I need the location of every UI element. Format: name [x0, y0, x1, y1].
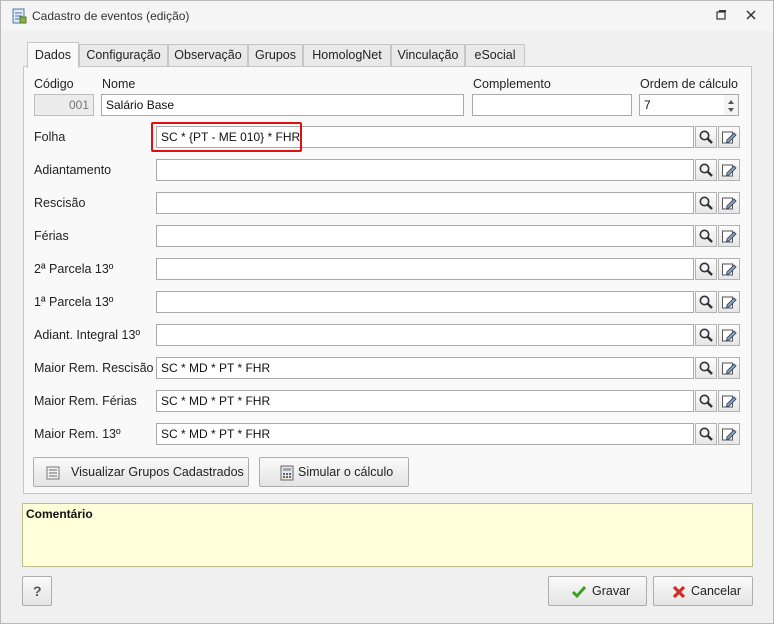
- formula-row-label: Maior Rem. 13º: [34, 427, 121, 441]
- cancelar-label: Cancelar: [691, 584, 742, 598]
- tab-homolognet[interactable]: HomologNet: [303, 44, 391, 67]
- formula-row-label: Adiant. Integral 13º: [34, 328, 141, 342]
- gravar-label: Gravar: [592, 584, 631, 598]
- magnifier-icon[interactable]: [695, 423, 717, 445]
- edit-icon[interactable]: [718, 192, 740, 214]
- complemento-label: Complemento: [473, 77, 551, 91]
- dialog-window: Cadastro de eventos (edição) Dados Confi…: [0, 0, 774, 624]
- formula-row-input[interactable]: SC * {PT - ME 010} * FHR: [156, 126, 694, 148]
- magnifier-icon[interactable]: [695, 192, 717, 214]
- edit-icon[interactable]: [718, 126, 740, 148]
- form-icon: [11, 8, 27, 24]
- magnifier-icon[interactable]: [695, 357, 717, 379]
- magnifier-icon[interactable]: [695, 126, 717, 148]
- magnifier-icon[interactable]: [695, 324, 717, 346]
- visualizar-grupos-label: Visualizar Grupos Cadastrados: [71, 465, 244, 479]
- codigo-field: 001: [34, 94, 94, 116]
- magnifier-icon[interactable]: [695, 390, 717, 412]
- formula-row-label: Rescisão: [34, 196, 86, 210]
- formula-row-input[interactable]: SC * MD * PT * FHR: [156, 357, 694, 379]
- nome-field[interactable]: Salário Base: [101, 94, 464, 116]
- formula-row-input[interactable]: SC * MD * PT * FHR: [156, 390, 694, 412]
- formula-row-input[interactable]: SC * MD * PT * FHR: [156, 423, 694, 445]
- simular-calculo-label: Simular o cálculo: [298, 465, 394, 479]
- formula-row-label: 2ª Parcela 13º: [34, 262, 114, 276]
- comment-title: Comentário: [26, 507, 93, 521]
- edit-icon[interactable]: [718, 423, 740, 445]
- magnifier-icon[interactable]: [695, 258, 717, 280]
- formula-row-input[interactable]: [156, 192, 694, 214]
- comment-area[interactable]: Comentário: [22, 503, 753, 567]
- help-label: ?: [33, 583, 42, 599]
- help-button[interactable]: ?: [22, 576, 52, 606]
- magnifier-icon[interactable]: [695, 291, 717, 313]
- formula-row-label: Maior Rem. Rescisão: [34, 361, 154, 375]
- nome-label: Nome: [102, 77, 136, 91]
- formula-row-label: Maior Rem. Férias: [34, 394, 137, 408]
- codigo-label: Código: [34, 77, 74, 91]
- edit-icon[interactable]: [718, 159, 740, 181]
- list-icon: [45, 465, 61, 484]
- formula-row-label: Adiantamento: [34, 163, 112, 177]
- tab-dados[interactable]: Dados: [27, 42, 79, 68]
- cancel-x-icon: [671, 584, 687, 603]
- tab-esocial[interactable]: eSocial: [465, 44, 525, 67]
- restore-icon[interactable]: [714, 8, 728, 22]
- ordem-field[interactable]: 7: [639, 94, 725, 116]
- formula-row-input[interactable]: [156, 324, 694, 346]
- ordem-label: Ordem de cálculo: [640, 77, 738, 91]
- edit-icon[interactable]: [718, 357, 740, 379]
- calculator-icon: [279, 465, 295, 484]
- tab-configuracao[interactable]: Configuração: [79, 44, 168, 67]
- formula-row-label: Folha: [34, 130, 66, 144]
- edit-icon[interactable]: [718, 258, 740, 280]
- formula-row-input[interactable]: [156, 159, 694, 181]
- checkmark-icon: [571, 584, 587, 603]
- title-bar: Cadastro de eventos (edição): [1, 1, 773, 31]
- edit-icon[interactable]: [718, 291, 740, 313]
- window-title: Cadastro de eventos (edição): [32, 9, 190, 23]
- tab-observacao[interactable]: Observação: [168, 44, 248, 67]
- cancelar-button[interactable]: Cancelar: [653, 576, 753, 606]
- gravar-button[interactable]: Gravar: [548, 576, 647, 606]
- formula-row-input[interactable]: [156, 225, 694, 247]
- formula-row-input[interactable]: [156, 258, 694, 280]
- formula-row-input[interactable]: [156, 291, 694, 313]
- close-icon[interactable]: [744, 8, 758, 22]
- tab-grupos[interactable]: Grupos: [248, 44, 303, 67]
- visualizar-grupos-button[interactable]: Visualizar Grupos Cadastrados: [33, 457, 249, 487]
- stepper-down-icon[interactable]: [728, 108, 734, 112]
- formula-row-label: Férias: [34, 229, 69, 243]
- formula-row-label: 1ª Parcela 13º: [34, 295, 114, 309]
- simular-calculo-button[interactable]: Simular o cálculo: [259, 457, 409, 487]
- edit-icon[interactable]: [718, 324, 740, 346]
- magnifier-icon[interactable]: [695, 159, 717, 181]
- ordem-stepper[interactable]: [724, 94, 739, 116]
- tab-vinculacao[interactable]: Vinculação: [391, 44, 465, 67]
- edit-icon[interactable]: [718, 225, 740, 247]
- edit-icon[interactable]: [718, 390, 740, 412]
- stepper-up-icon[interactable]: [728, 100, 734, 104]
- magnifier-icon[interactable]: [695, 225, 717, 247]
- complemento-field[interactable]: [472, 94, 632, 116]
